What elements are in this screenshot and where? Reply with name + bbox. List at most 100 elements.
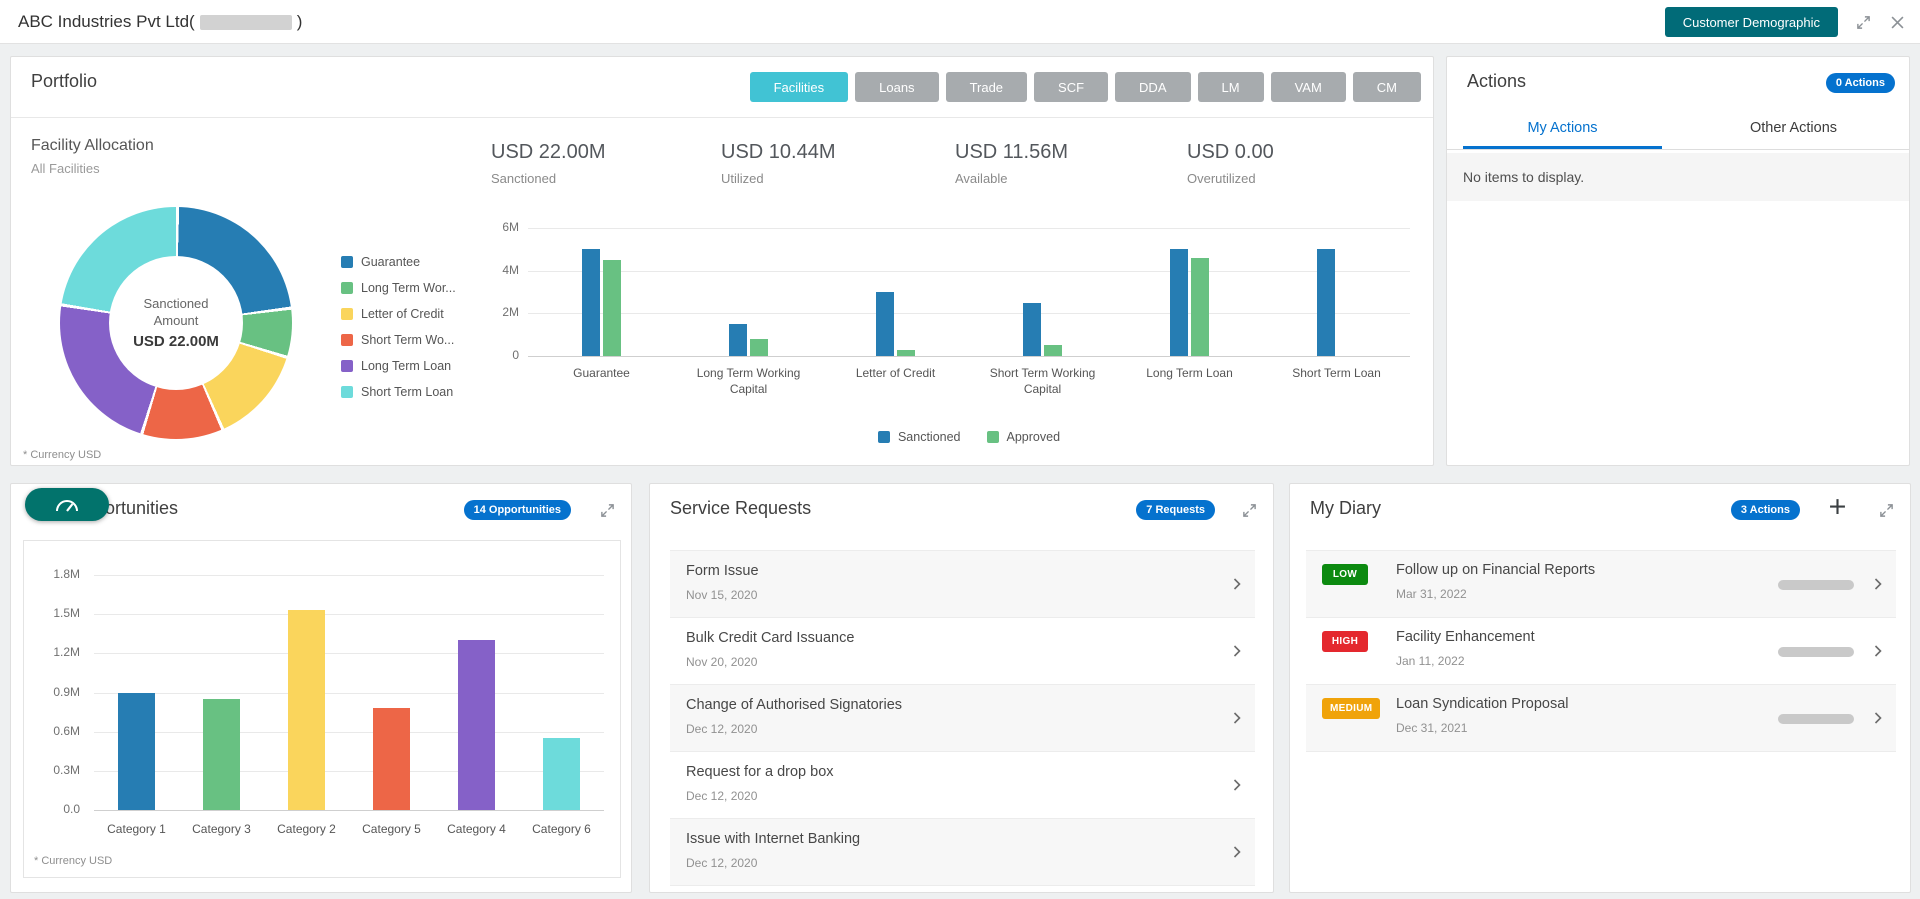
chevron-right-icon[interactable] — [1233, 712, 1241, 724]
service-request-row[interactable]: Issue with Internet Banking Dec 12, 2020 — [670, 819, 1255, 886]
diary-row[interactable]: MEDIUM Loan Syndication Proposal Dec 31,… — [1306, 685, 1896, 752]
x-axis-labels: Category 1 Category 3 Category 2 Category 5… — [94, 821, 604, 837]
legend-item: Approved — [986, 429, 1061, 445]
category-label: Short Term Working Capital — [989, 366, 1096, 397]
actions-tabs: My Actions Other Actions — [1447, 107, 1909, 149]
service-request-row[interactable]: Bulk Credit Card Issuance Nov 20, 2020 — [670, 618, 1255, 685]
expand-icon[interactable] — [1854, 13, 1873, 32]
y-tick-label: 1.5M — [53, 606, 80, 621]
tab-dda[interactable]: DDA — [1115, 72, 1191, 102]
tab-other-actions[interactable]: Other Actions — [1678, 107, 1909, 149]
legend-item: Long Term Loan — [341, 353, 456, 379]
service-request-title: Issue with Internet Banking — [686, 831, 861, 847]
bar — [543, 738, 580, 810]
diary-row[interactable]: LOW Follow up on Financial Reports Mar 3… — [1306, 551, 1896, 618]
gauge-icon — [56, 500, 78, 512]
gridline — [94, 810, 604, 811]
bar — [1170, 249, 1188, 356]
chevron-right-icon[interactable] — [1233, 578, 1241, 590]
bar — [1317, 249, 1335, 356]
bar — [1044, 345, 1062, 356]
legend-label: Approved — [1006, 430, 1061, 444]
close-icon[interactable] — [1889, 14, 1906, 31]
diary-title: Follow up on Financial Reports — [1396, 562, 1596, 578]
bar — [729, 324, 747, 356]
tab-cm[interactable]: CM — [1352, 72, 1421, 102]
redacted-customer-id — [199, 15, 292, 31]
bar-group — [528, 249, 675, 356]
legend-item: Short Term Loan — [341, 379, 456, 405]
service-request-date: Dec 12, 2020 — [686, 789, 758, 803]
tab-loans[interactable]: Loans — [855, 72, 939, 102]
expand-icon[interactable] — [1240, 501, 1259, 520]
y-tick-label: 4M — [502, 262, 519, 277]
chevron-right-icon[interactable] — [1233, 645, 1241, 657]
service-request-row[interactable]: Request for a drop box Dec 12, 2020 — [670, 752, 1255, 819]
plus-icon — [1830, 499, 1845, 514]
diary-row[interactable]: HIGH Facility Enhancement Jan 11, 2022 — [1306, 618, 1896, 685]
y-tick-label: 0.0 — [63, 802, 80, 816]
category-label: Category 4 — [447, 822, 506, 836]
stat-value: USD 22.00M — [491, 141, 606, 163]
tab-scf[interactable]: SCF — [1034, 72, 1109, 102]
service-request-date: Dec 12, 2020 — [686, 856, 758, 870]
legend-swatch — [341, 386, 353, 398]
category-label: Short Term Loan — [1292, 366, 1381, 380]
chevron-right-icon[interactable] — [1233, 846, 1241, 858]
chevron-right-icon[interactable] — [1874, 712, 1882, 724]
service-requests-count-badge: 7 Requests — [1136, 500, 1215, 520]
progress-bar[interactable] — [1778, 714, 1854, 724]
tab-vam[interactable]: VAM — [1270, 72, 1346, 102]
legend-label: Long Term Wor... — [361, 281, 456, 295]
legend-item: Letter of Credit — [341, 301, 456, 327]
tab-facilities[interactable]: Facilities — [749, 72, 849, 102]
tab-trade[interactable]: Trade — [945, 72, 1028, 102]
y-tick-label: 2M — [502, 305, 519, 320]
y-tick-label: 6M — [502, 220, 519, 234]
category-label: Category 6 — [532, 822, 591, 836]
bar-group — [519, 738, 604, 810]
service-request-row[interactable]: Change of Authorised Signatories Dec 12,… — [670, 685, 1255, 752]
chevron-right-icon[interactable] — [1874, 578, 1882, 590]
priority-badge: LOW — [1322, 564, 1368, 585]
expand-icon[interactable] — [598, 501, 617, 520]
opportunities-panel: Opportunities 14 Opportunities 0.0 0.3M 0.… — [10, 483, 632, 893]
bar-group — [822, 292, 969, 356]
legend-item: Sanctioned — [877, 429, 961, 445]
y-axis-labels: 0.0 0.3M 0.6M 0.9M 1.2M 1.5M 1.8M — [28, 567, 80, 816]
y-tick-label: 0.6M — [53, 723, 80, 738]
diary-title: Facility Enhancement — [1396, 629, 1535, 645]
stat-value: USD 11.56M — [955, 141, 1069, 163]
bar — [203, 699, 240, 810]
diary-title: Loan Syndication Proposal — [1396, 696, 1569, 712]
legend-label: Long Term Loan — [361, 359, 452, 373]
legend-swatch — [877, 431, 890, 443]
service-request-title: Change of Authorised Signatories — [686, 697, 903, 713]
bar-group — [1263, 249, 1410, 356]
add-diary-entry-button[interactable] — [1827, 496, 1848, 517]
y-axis-labels: 0 2M 4M 6M — [469, 220, 519, 362]
expand-icon[interactable] — [1877, 501, 1896, 520]
legend-item: Long Term Wor... — [341, 275, 456, 301]
progress-bar[interactable] — [1778, 580, 1854, 590]
gauge-widget-button[interactable] — [25, 488, 109, 521]
header-actions: Customer Demographic — [1664, 0, 1906, 44]
tab-lm[interactable]: LM — [1197, 72, 1264, 102]
legend-label: Sanctioned — [897, 430, 961, 444]
legend-item: Short Term Wo... — [341, 327, 456, 353]
legend-swatch — [341, 256, 353, 268]
opportunities-chart-box: 0.0 0.3M 0.6M 0.9M 1.2M 1.5M 1.8M Category 1 Ca… — [23, 540, 621, 878]
x-axis-labels: Guarantee Long Term Working Capital Letter… — [528, 365, 1410, 397]
chevron-right-icon[interactable] — [1233, 779, 1241, 791]
customer-demographic-button[interactable]: Customer Demographic — [1664, 7, 1838, 37]
actions-title: Actions — [1467, 71, 1527, 91]
tab-my-actions[interactable]: My Actions — [1447, 107, 1678, 149]
chevron-right-icon[interactable] — [1874, 645, 1882, 657]
progress-bar[interactable] — [1778, 647, 1854, 657]
bar-chart-legend: Sanctioned Approved — [528, 429, 1410, 445]
diary-date: Mar 31, 2022 — [1396, 587, 1467, 601]
bar — [897, 349, 915, 356]
divider — [11, 117, 1433, 118]
service-request-row[interactable]: Form Issue Nov 15, 2020 — [670, 551, 1255, 618]
bar-group — [94, 692, 179, 810]
